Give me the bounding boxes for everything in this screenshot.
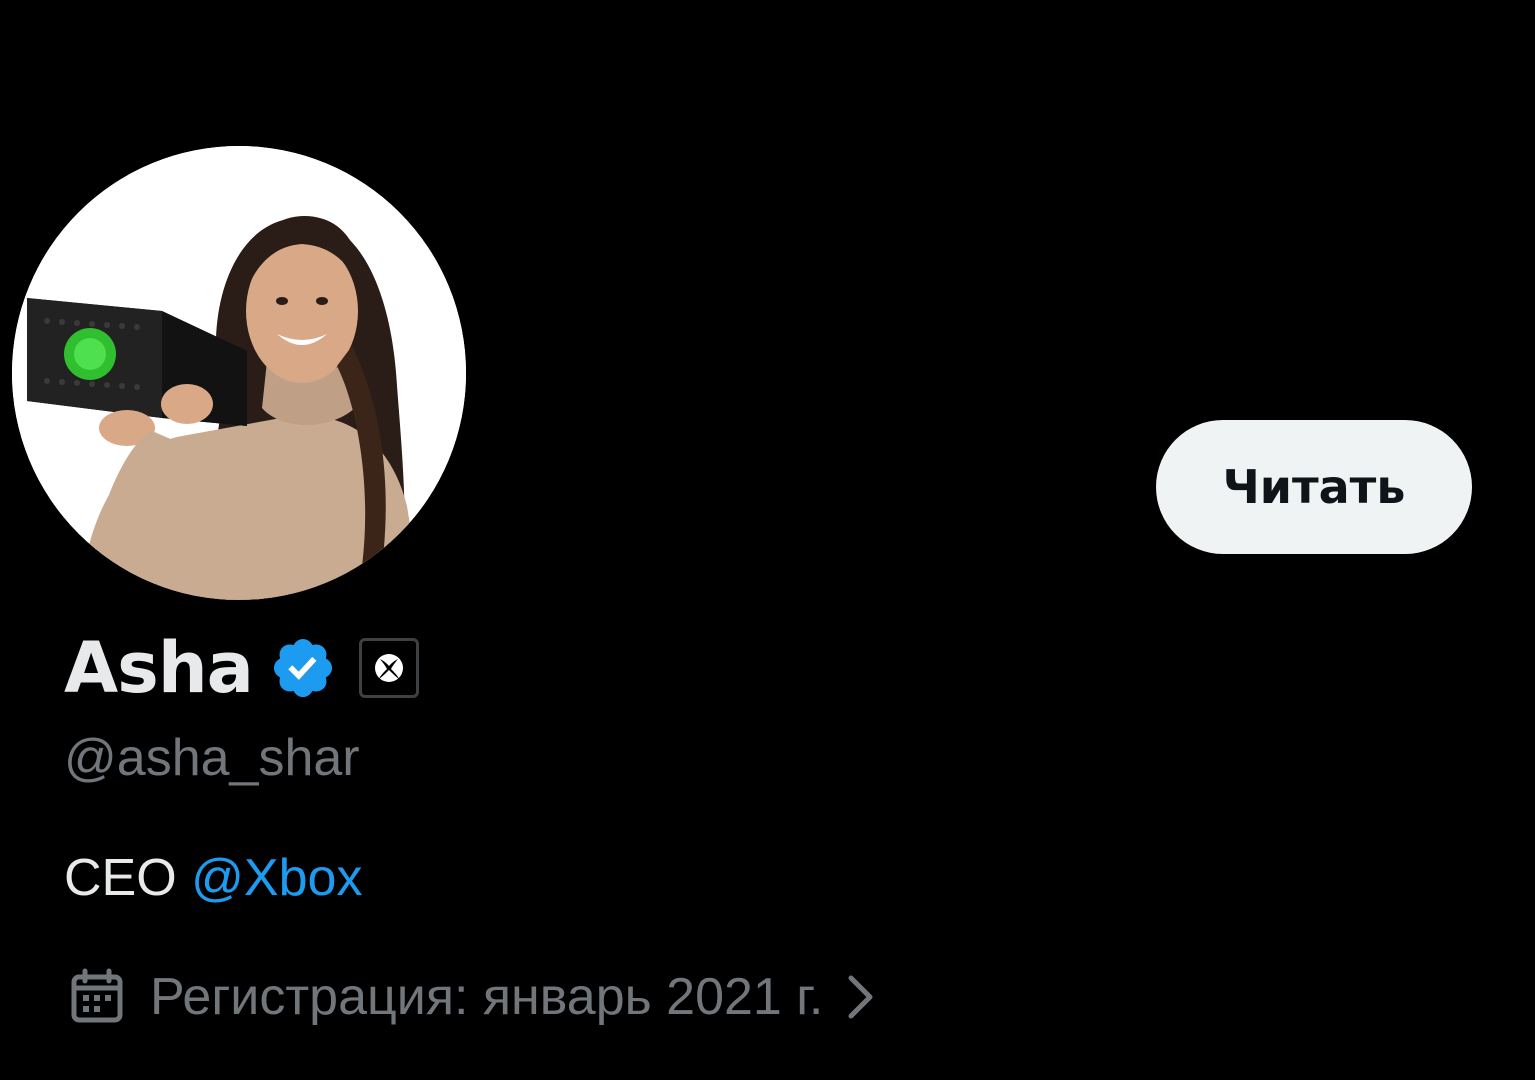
xbox-logo-icon [374, 654, 403, 682]
joined-date-row[interactable]: Регистрация: январь 2021 г. [68, 964, 877, 1030]
username-handle: @asha_shar [64, 729, 360, 787]
name-row: Asha [64, 628, 419, 708]
calendar-icon [71, 968, 123, 1023]
joined-date-text: Регистрация: январь 2021 г. [150, 968, 824, 1026]
profile-bio: CEO @Xbox [64, 848, 362, 908]
follow-button[interactable]: Читать [1156, 420, 1472, 554]
bio-text: CEO [64, 849, 192, 907]
chevron-right-icon [848, 975, 873, 1019]
bio-mention-link[interactable]: @Xbox [191, 849, 362, 907]
avatar-illustration [12, 146, 466, 600]
avatar[interactable] [12, 146, 466, 600]
profile-header: Читать Asha @asha_shar CEO @Xbox Регистр… [0, 0, 1535, 1080]
affiliate-badge[interactable] [358, 638, 419, 698]
verified-badge-icon[interactable] [269, 634, 337, 702]
display-name: Asha [64, 627, 254, 709]
